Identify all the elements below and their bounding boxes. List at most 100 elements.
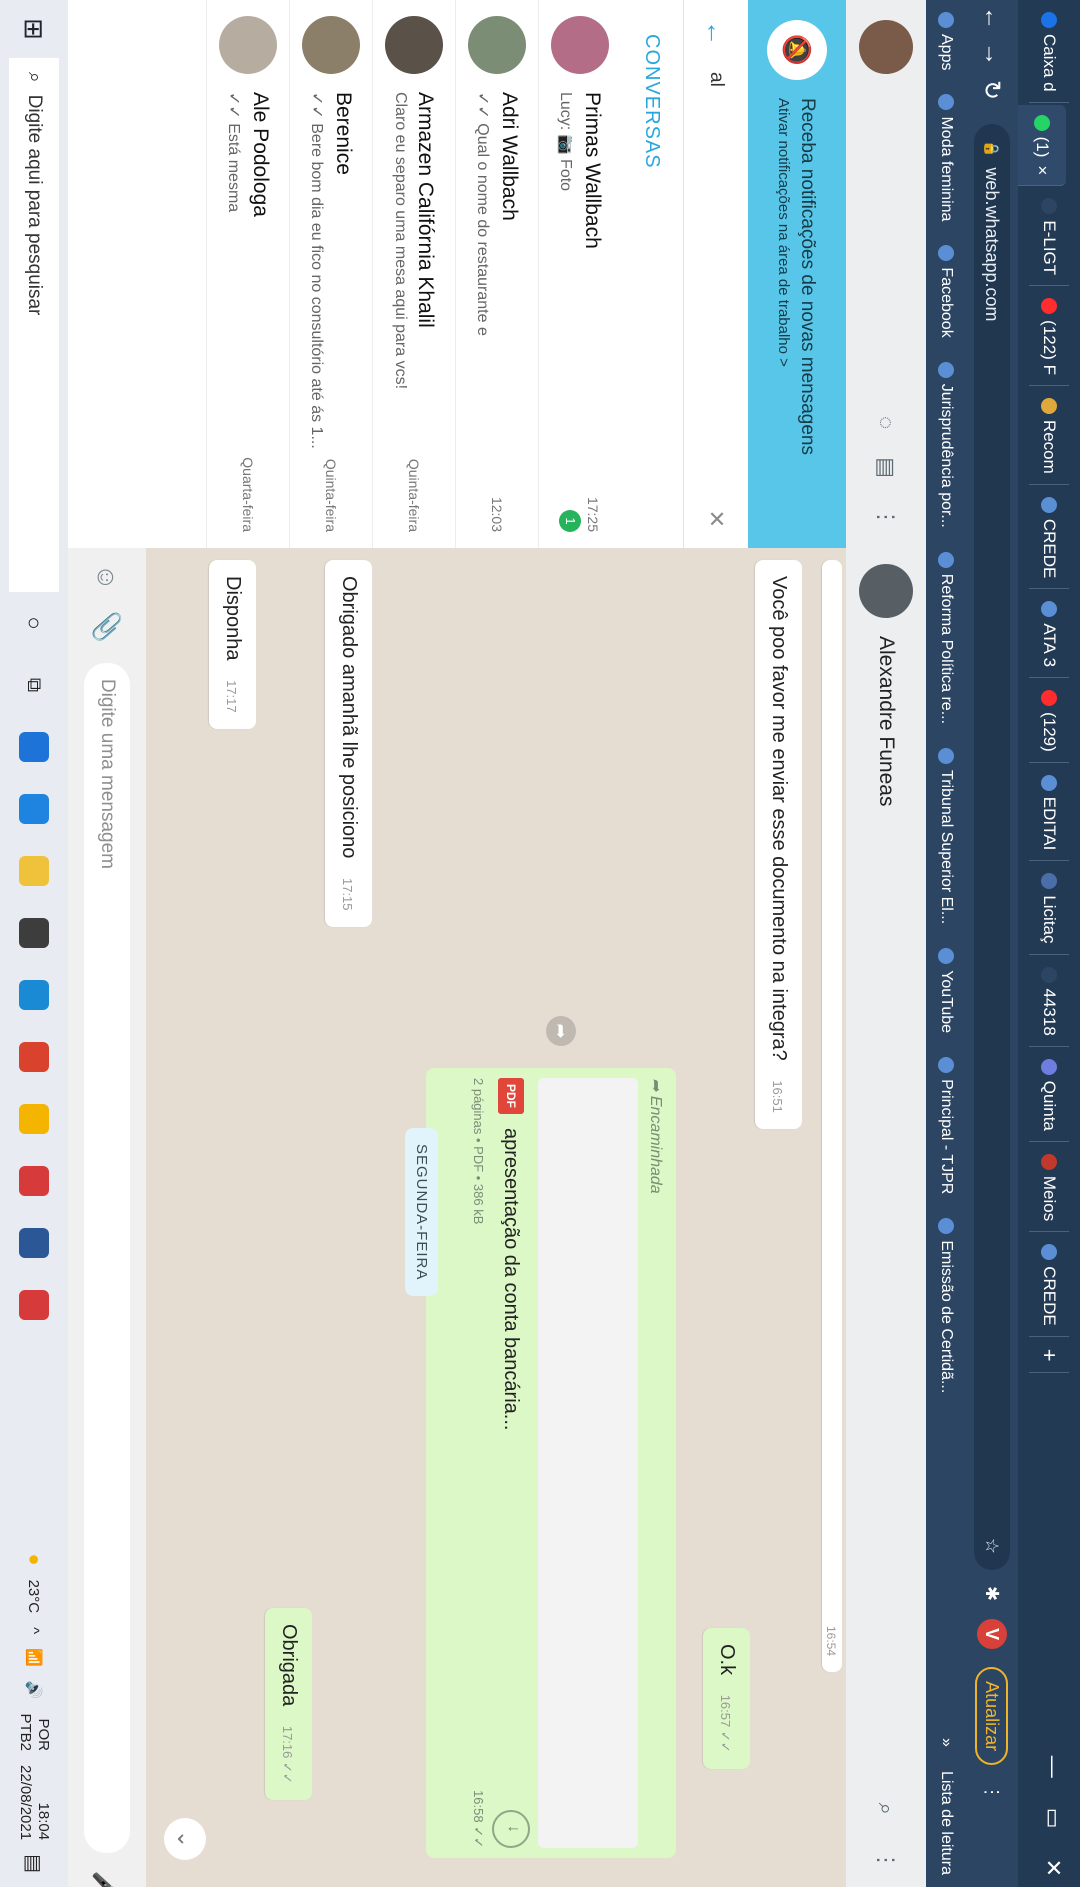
bookmark-item[interactable]: Jurisprudência por... bbox=[937, 350, 955, 540]
notification-subtitle[interactable]: Ativar notificações na área de trabalho … bbox=[776, 98, 793, 455]
document-message[interactable]: ➦ Encaminhada PDF apresentação da conta … bbox=[426, 1068, 676, 1858]
task-view-icon[interactable]: ⧉ bbox=[0, 654, 68, 716]
browser-tab[interactable]: ATA 3 bbox=[1029, 591, 1069, 679]
browser-tab[interactable]: Recom bbox=[1029, 387, 1069, 485]
bookmark-label: Tribunal Superior El... bbox=[938, 770, 955, 925]
browser-tab[interactable]: (1) × bbox=[1018, 104, 1066, 187]
forward-icon[interactable]: ➦ bbox=[546, 1016, 576, 1046]
browser-tab[interactable]: Quinta bbox=[1029, 1048, 1069, 1142]
url-input[interactable]: 🔒 web.whatsapp.com ☆ bbox=[974, 124, 1010, 1570]
contact-avatar[interactable] bbox=[859, 564, 913, 618]
message-time: 16:51 bbox=[770, 1080, 785, 1113]
browser-tab[interactable]: 44318 bbox=[1029, 956, 1069, 1047]
message-input[interactable]: Digite uma mensagem bbox=[84, 662, 130, 1853]
menu-icon[interactable]: ⋮ bbox=[982, 1783, 1003, 1801]
bookmark-item[interactable]: YouTube bbox=[937, 936, 955, 1045]
minimize-button[interactable]: — bbox=[1040, 1756, 1066, 1778]
site-icon bbox=[938, 1057, 954, 1074]
restore-button[interactable]: ▭ bbox=[1040, 1808, 1066, 1829]
chat-list-item[interactable]: Primas Wallbach Lucy: 📷 Foto 17:25 1 bbox=[538, 0, 621, 548]
reading-list-button[interactable]: Lista de leitura bbox=[937, 1759, 955, 1887]
taskbar-app-icon[interactable] bbox=[0, 1212, 68, 1274]
close-tab-icon[interactable]: × bbox=[1032, 165, 1052, 175]
taskbar-app-icon[interactable] bbox=[0, 964, 68, 1026]
message-text: Você poo favor me enviar esse documento … bbox=[768, 576, 790, 1061]
windows-start-icon[interactable]: ⊞ bbox=[19, 0, 50, 58]
microphone-icon[interactable]: 🎤 bbox=[92, 1871, 123, 1887]
contact-name[interactable]: Alexandre Funeas bbox=[874, 636, 898, 806]
close-window-button[interactable]: ✕ bbox=[1040, 1859, 1066, 1877]
chat-list-item[interactable]: Armazen Califórnia Khalil Claro eu separo… bbox=[372, 0, 455, 548]
taskbar-app-icon[interactable] bbox=[0, 716, 68, 778]
taskbar-app-icon[interactable] bbox=[0, 1150, 68, 1212]
my-avatar[interactable] bbox=[859, 20, 913, 74]
menu-icon[interactable]: ⋮ bbox=[873, 1849, 899, 1871]
taskbar-app-icon[interactable] bbox=[0, 902, 68, 964]
attach-icon[interactable]: 📎 bbox=[92, 611, 123, 643]
search-icon[interactable]: ⌕ bbox=[873, 1803, 899, 1815]
taskbar-search-input[interactable]: ⌕ Digite aqui para pesquisar bbox=[9, 58, 59, 592]
chat-list-item[interactable]: Adri Wallbach ✓✓ Qual o nome do restauran… bbox=[455, 0, 538, 548]
bookmark-item[interactable]: Reforma Política re... bbox=[937, 540, 955, 736]
weather-temp[interactable]: 23°C bbox=[26, 1580, 43, 1614]
chat-list-item[interactable]: Ale Podologa ✓✓ Está mesma Quarta-feira bbox=[206, 0, 289, 548]
search-input[interactable]: al bbox=[705, 72, 727, 87]
volume-icon[interactable]: 🔊 bbox=[25, 1681, 43, 1700]
browser-tab[interactable]: Meios bbox=[1029, 1143, 1069, 1233]
document-preview[interactable] bbox=[538, 1078, 638, 1848]
taskbar-app-icon[interactable] bbox=[0, 1088, 68, 1150]
browser-tab[interactable]: (129) bbox=[1029, 680, 1069, 763]
facebook-icon bbox=[938, 245, 954, 262]
back-arrow-icon[interactable]: ← bbox=[701, 20, 732, 46]
taskbar-app-icon[interactable] bbox=[0, 1026, 68, 1088]
new-tab-button[interactable]: + bbox=[1029, 1338, 1069, 1373]
forward-icon[interactable]: → bbox=[978, 36, 1006, 72]
browser-tab[interactable]: E-LIGT bbox=[1029, 188, 1069, 287]
scroll-down-icon[interactable]: ⌄ bbox=[164, 1818, 206, 1860]
notification-banner[interactable]: 🔕 Receba notificações de novas mensagens… bbox=[748, 0, 846, 548]
document-name[interactable]: apresentação da conta bancária... bbox=[500, 1128, 523, 1430]
tray-expand-icon[interactable]: ^ bbox=[26, 1627, 43, 1634]
bookmark-item[interactable]: Tribunal Superior El... bbox=[937, 736, 955, 936]
acrobat-icon bbox=[1041, 1153, 1057, 1170]
cortana-icon[interactable]: ○ bbox=[0, 592, 68, 654]
bookmarks-more-button[interactable]: » bbox=[937, 1726, 955, 1759]
toolbar-right: ✱ V Atualizar ⋮ bbox=[975, 1586, 1009, 1801]
browser-tab[interactable]: (122) F bbox=[1029, 288, 1069, 386]
conversation-header[interactable]: Alexandre Funeas ⌕ ⋮ bbox=[846, 548, 926, 1887]
chat-preview: Lucy: 📷 Foto bbox=[557, 92, 574, 192]
whatsapp-icon bbox=[1034, 114, 1050, 131]
chat-list-item[interactable]: Berenice ✓✓ Bere bom dia eu fico no consu… bbox=[289, 0, 372, 548]
update-button[interactable]: Atualizar bbox=[975, 1667, 1009, 1766]
browser-tab[interactable]: CREDE bbox=[1029, 1234, 1069, 1337]
language-indicator[interactable]: POR PTB2 bbox=[16, 1714, 52, 1752]
profile-avatar[interactable]: V bbox=[977, 1619, 1007, 1650]
taskbar-app-icon[interactable] bbox=[0, 778, 68, 840]
clear-search-icon[interactable]: ✕ bbox=[703, 510, 729, 528]
bookmark-item[interactable]: Moda feminina bbox=[937, 82, 955, 233]
reload-icon[interactable]: ↻ bbox=[978, 72, 1007, 108]
download-icon[interactable]: ↓ bbox=[492, 1810, 530, 1848]
status-icon[interactable]: ◌ bbox=[873, 416, 899, 429]
bookmark-item[interactable]: Facebook bbox=[937, 233, 955, 349]
notifications-icon[interactable]: ▤ bbox=[22, 1854, 47, 1873]
browser-tab[interactable]: Caixa d bbox=[1029, 2, 1069, 103]
bookmark-item[interactable]: Apps bbox=[937, 0, 955, 82]
taskbar-app-icon[interactable] bbox=[0, 1274, 68, 1336]
back-icon[interactable]: ← bbox=[978, 0, 1006, 36]
extensions-icon[interactable]: ✱ bbox=[982, 1586, 1003, 1601]
browser-tab[interactable]: CREDE bbox=[1029, 486, 1069, 590]
bookmark-item[interactable]: Principal - TJPR bbox=[937, 1045, 955, 1206]
bookmark-star-icon[interactable]: ☆ bbox=[982, 1538, 1003, 1554]
taskbar-app-icon[interactable] bbox=[0, 840, 68, 902]
browser-tab[interactable]: EDITAI bbox=[1029, 764, 1069, 862]
menu-icon[interactable]: ⋮ bbox=[873, 506, 899, 528]
browser-tab[interactable]: Licitaç bbox=[1029, 863, 1069, 955]
chat-preview: ✓✓ Qual o nome do restaurante e bbox=[474, 92, 491, 336]
new-chat-icon[interactable]: ▤ bbox=[873, 457, 899, 478]
clock[interactable]: 18:04 22/08/2021 bbox=[16, 1765, 52, 1840]
bookmark-item[interactable]: Emissão de Certidã... bbox=[937, 1206, 955, 1405]
notification-title: Receba notificações de novas mensagens bbox=[797, 98, 819, 456]
emoji-icon[interactable]: ☺ bbox=[92, 564, 123, 591]
network-icon[interactable]: 📶 bbox=[25, 1648, 43, 1667]
